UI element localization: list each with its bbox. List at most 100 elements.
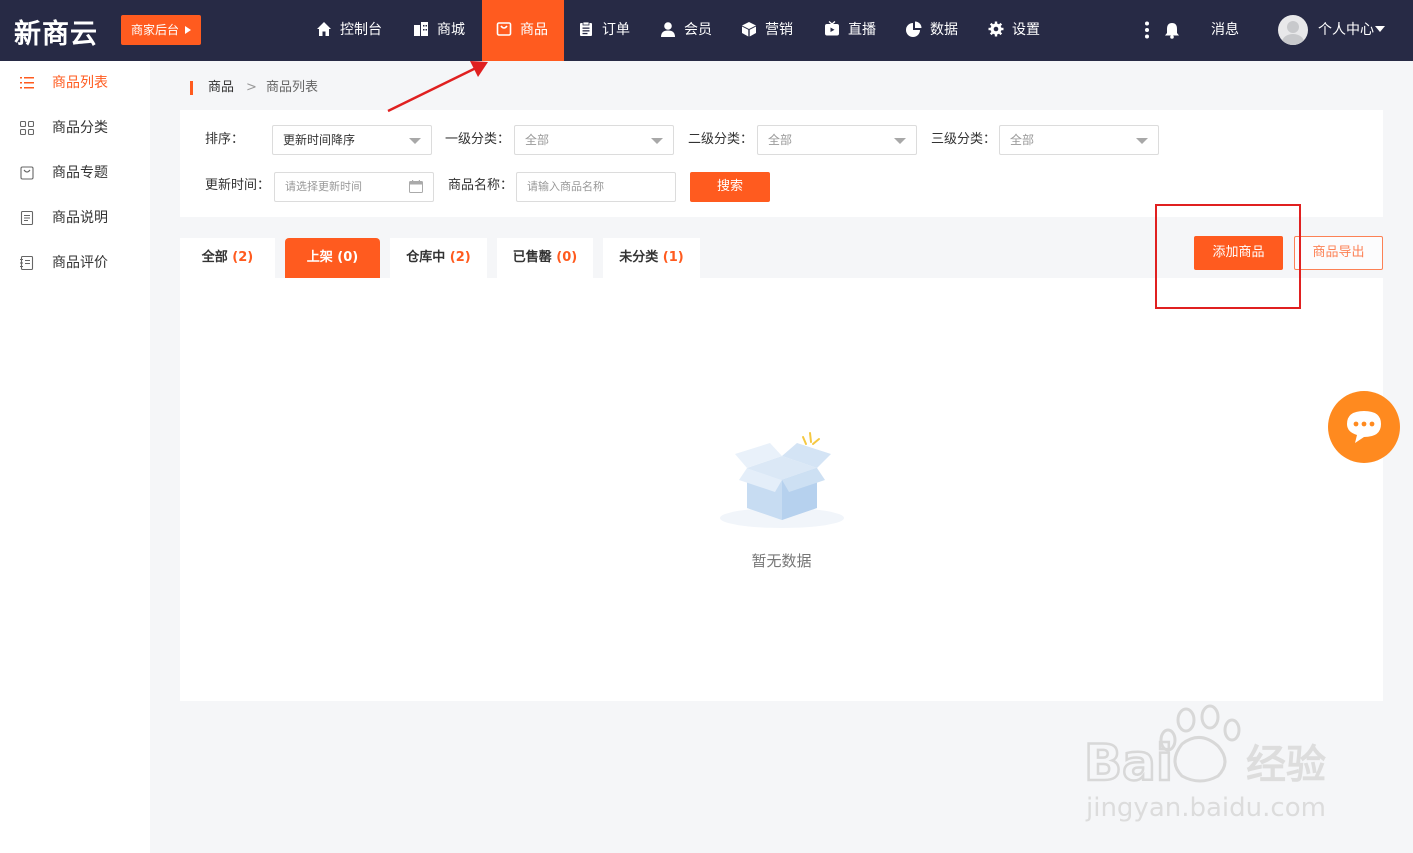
- search-button[interactable]: 搜索: [690, 172, 770, 202]
- nav-item-members[interactable]: 会员: [660, 0, 712, 61]
- customer-service-chat-button[interactable]: [1328, 391, 1400, 463]
- calendar-icon: [409, 180, 423, 193]
- review-icon: [20, 256, 34, 270]
- nav-item-dashboard[interactable]: 控制台: [316, 0, 382, 61]
- nav-item-mall[interactable]: 商城: [413, 0, 465, 61]
- sort-select[interactable]: 更新时间降序: [272, 125, 432, 155]
- category3-select[interactable]: 全部: [999, 125, 1159, 155]
- nav-item-live[interactable]: 直播: [824, 0, 876, 61]
- tab-count: (0): [337, 250, 359, 265]
- breadcrumb-accent-bar: [190, 81, 193, 95]
- product-list-content: 暂无数据: [180, 278, 1383, 701]
- avatar[interactable]: [1278, 15, 1308, 45]
- nav-item-label: 商城: [437, 22, 465, 38]
- breadcrumb-current: 商品列表: [266, 80, 319, 95]
- baidu-jingyan-watermark: Bai 经验 jingyan.baidu.com: [1083, 704, 1326, 823]
- product-name-input[interactable]: 请输入商品名称: [516, 172, 676, 202]
- svg-text:经验: 经验: [1246, 742, 1326, 788]
- notification-button[interactable]: [1163, 0, 1181, 61]
- bag-outline-icon: [20, 166, 34, 180]
- tab-on-shelf[interactable]: 上架 (0): [285, 238, 380, 278]
- nav-item-label: 商品: [520, 22, 548, 38]
- category1-select[interactable]: 全部: [514, 125, 674, 155]
- category3-label: 三级分类：: [931, 132, 997, 147]
- caret-down-icon: [1375, 26, 1385, 32]
- tab-uncategorized[interactable]: 未分类 (1): [603, 238, 700, 278]
- nav-item-label: 设置: [1012, 22, 1040, 38]
- sidebar-item-label: 商品评价: [52, 255, 108, 271]
- nav-item-settings[interactable]: 设置: [988, 0, 1040, 61]
- profile-menu[interactable]: 个人中心: [1318, 0, 1385, 61]
- category1-label: 一级分类：: [445, 132, 511, 147]
- sidebar-item-product-review[interactable]: 商品评价: [0, 241, 150, 286]
- sidebar: 商品列表 商品分类 商品专题 商品说明 商品评价: [0, 61, 150, 853]
- nav-item-label: 会员: [684, 22, 712, 38]
- sidebar-item-label: 商品列表: [52, 75, 108, 91]
- category2-label: 二级分类：: [688, 132, 754, 147]
- tab-count: (2): [232, 250, 254, 265]
- svg-text:jingyan.baidu.com: jingyan.baidu.com: [1085, 793, 1326, 823]
- profile-label: 个人中心: [1318, 22, 1374, 38]
- tab-label: 仓库中: [406, 250, 446, 265]
- sidebar-item-product-topic[interactable]: 商品专题: [0, 151, 150, 196]
- nav-item-data[interactable]: 数据: [906, 0, 958, 61]
- tab-label: 上架: [306, 250, 333, 265]
- merchant-backend-label: 商家后台: [131, 23, 180, 37]
- nav-item-label: 营销: [765, 22, 793, 38]
- empty-box-icon: [720, 432, 844, 528]
- sidebar-item-label: 商品说明: [52, 210, 108, 226]
- cube-icon: [742, 22, 756, 37]
- export-products-button[interactable]: 商品导出: [1294, 236, 1383, 270]
- chevron-down-icon: [409, 138, 421, 144]
- grid-icon: [20, 121, 34, 135]
- caret-right-icon: [185, 26, 191, 34]
- more-vertical-icon: [1145, 21, 1149, 39]
- category2-select[interactable]: 全部: [757, 125, 917, 155]
- document-icon: [20, 211, 34, 225]
- messages-link[interactable]: 消息: [1211, 0, 1239, 61]
- sort-label: 排序：: [205, 132, 245, 147]
- clipboard-icon: [580, 21, 592, 36]
- merchant-backend-button[interactable]: 商家后台: [121, 15, 201, 45]
- top-bar: 新商云 商家后台 控制台 商城 商品 订单 会员 营销 直播 数据 设置 消息 …: [0, 0, 1413, 61]
- update-time-placeholder: 请选择更新时间: [285, 180, 362, 193]
- category3-select-value: 全部: [1010, 133, 1035, 147]
- chevron-down-icon: [1136, 138, 1148, 144]
- more-menu-button[interactable]: [1140, 0, 1154, 61]
- gear-icon: [988, 21, 1004, 37]
- nav-item-label: 订单: [602, 22, 630, 38]
- nav-item-label: 控制台: [340, 22, 382, 38]
- sidebar-item-product-list[interactable]: 商品列表: [0, 61, 150, 106]
- building-icon: [414, 22, 428, 36]
- home-icon: [317, 22, 331, 36]
- breadcrumb-root[interactable]: 商品: [208, 78, 234, 98]
- category2-select-value: 全部: [768, 133, 793, 147]
- update-time-input[interactable]: 请选择更新时间: [274, 172, 434, 202]
- tab-label: 全部: [201, 250, 228, 265]
- tab-sold-out[interactable]: 已售罄 (0): [497, 238, 593, 278]
- nav-item-orders[interactable]: 订单: [578, 0, 630, 61]
- svg-text:Bai: Bai: [1084, 734, 1173, 792]
- nav-item-label: 数据: [930, 22, 958, 38]
- sort-select-value: 更新时间降序: [283, 133, 356, 147]
- tab-all[interactable]: 全部 (2): [180, 238, 275, 278]
- empty-state-text: 暂无数据: [751, 552, 812, 570]
- sidebar-item-product-description[interactable]: 商品说明: [0, 196, 150, 241]
- tab-in-warehouse[interactable]: 仓库中 (2): [390, 238, 487, 278]
- nav-item-products[interactable]: 商品: [482, 0, 564, 61]
- user-icon: [661, 22, 675, 37]
- sidebar-item-label: 商品分类: [52, 120, 108, 136]
- bag-icon: [496, 22, 512, 36]
- bell-icon: [1165, 23, 1179, 39]
- tv-icon: [825, 21, 839, 36]
- filter-panel: 排序： 更新时间降序 一级分类： 全部 二级分类： 全部 三级分类： 全部 更新…: [180, 110, 1383, 217]
- nav-item-marketing[interactable]: 营销: [741, 0, 793, 61]
- chat-icon: [1347, 411, 1381, 443]
- sidebar-item-label: 商品专题: [52, 165, 108, 181]
- annotation-arrow-icon: [387, 61, 488, 113]
- annotation-highlight-box: [1155, 204, 1301, 309]
- product-name-placeholder: 请输入商品名称: [527, 180, 604, 193]
- brand-logo[interactable]: 新商云: [14, 12, 98, 51]
- chevron-down-icon: [651, 138, 663, 144]
- sidebar-item-product-category[interactable]: 商品分类: [0, 106, 150, 151]
